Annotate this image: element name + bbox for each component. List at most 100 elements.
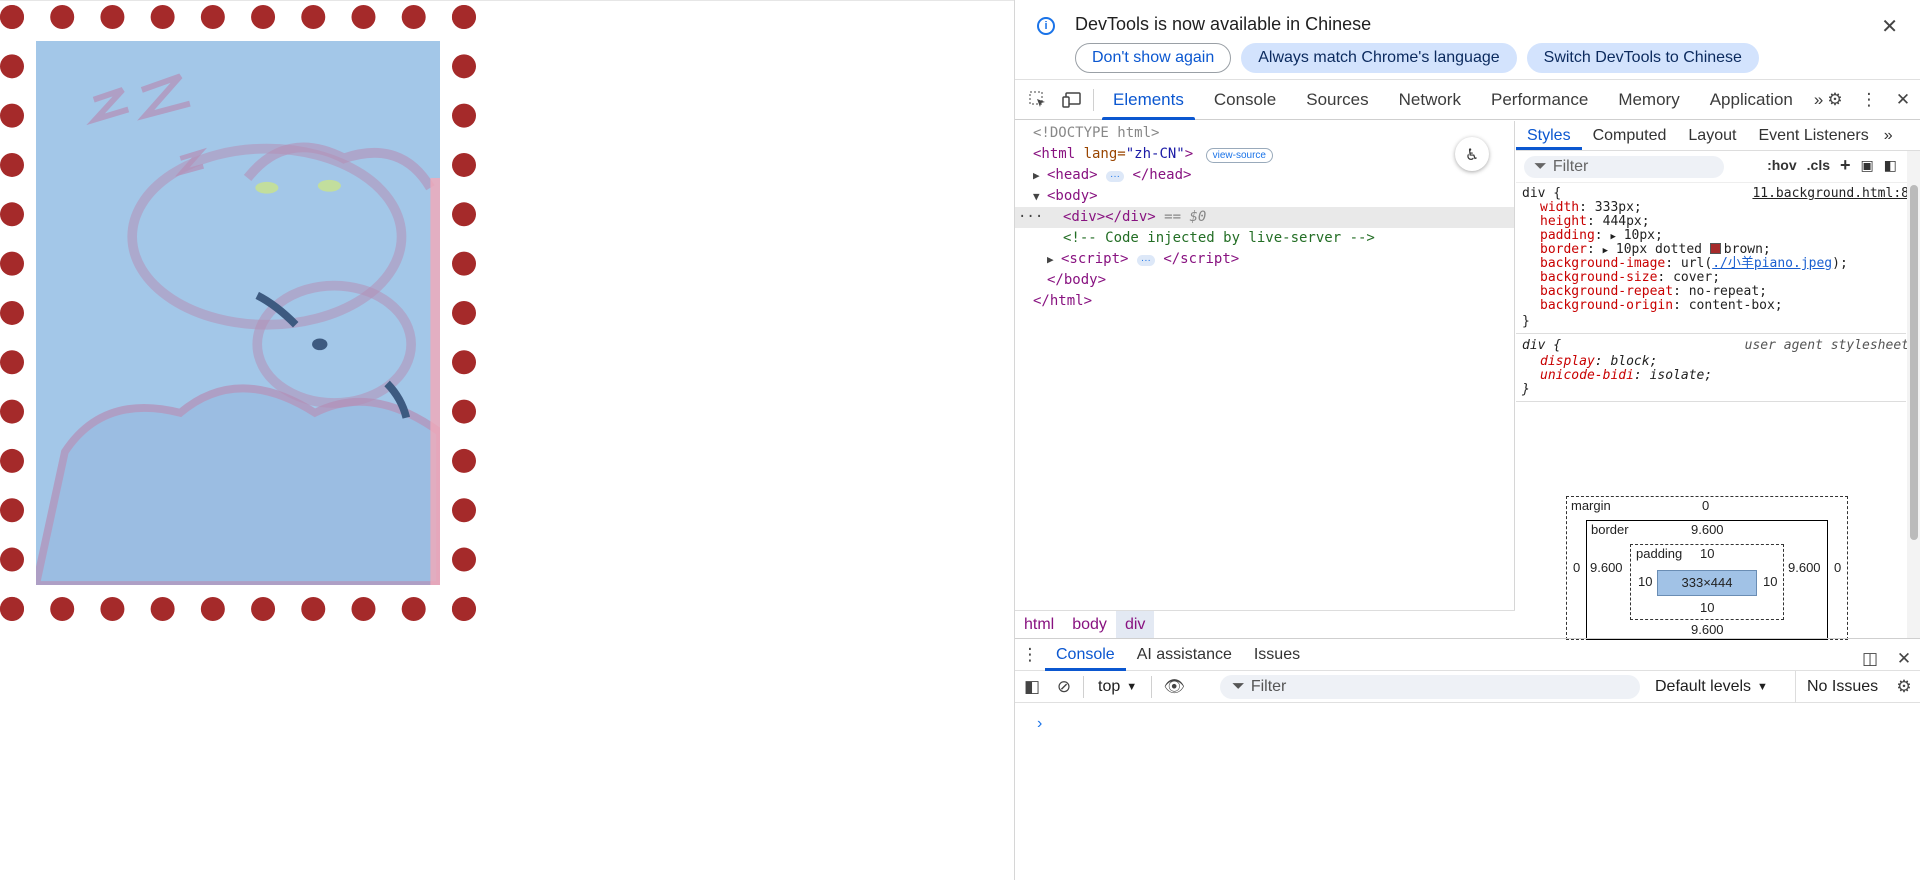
info-icon: i: [1037, 17, 1055, 35]
tab-performance[interactable]: Performance: [1476, 80, 1603, 120]
log-levels-label: Default levels: [1655, 678, 1752, 695]
selected-marker: == $0: [1164, 209, 1207, 225]
doctype-text: <!DOCTYPE html>: [1033, 125, 1160, 141]
image-url-link[interactable]: ./小羊piano.jpeg: [1712, 256, 1832, 271]
padding-left-value: 10: [1638, 574, 1653, 589]
breadcrumb-body[interactable]: body: [1063, 611, 1116, 639]
more-options-icon[interactable]: ⋮: [1852, 80, 1886, 120]
dom-tree: <!DOCTYPE html> <html lang="zh-CN"> view…: [1015, 121, 1515, 610]
device-toolbar-icon[interactable]: [1055, 80, 1089, 120]
console-drawer: ⋮ Console AI assistance Issues ◫ ✕ ◧ ⊘ t…: [1015, 638, 1920, 880]
border-left-value: 9.600: [1590, 560, 1623, 575]
tab-sources[interactable]: Sources: [1291, 80, 1383, 120]
ua-close-brace: }: [1522, 382, 1530, 397]
script-node[interactable]: ▶ <script> ··· </script>: [1047, 249, 1239, 270]
styles-scrollbar[interactable]: [1907, 151, 1920, 638]
comment-text: <!-- Code injected by live-server -->: [1063, 230, 1375, 246]
box-model-content[interactable]: 333×444: [1657, 570, 1757, 596]
drawer-tab-issues[interactable]: Issues: [1243, 639, 1311, 671]
rule-source-link[interactable]: 11.background.html:8: [1752, 185, 1909, 203]
filter-icon: ⏷: [1232, 678, 1245, 695]
node-actions-icon[interactable]: ···: [1018, 207, 1043, 228]
infobar-message: DevTools is now available in Chinese: [1075, 14, 1372, 34]
tab-computed[interactable]: Computed: [1582, 121, 1678, 150]
styles-pane: Styles Computed Layout Event Listeners »…: [1516, 121, 1920, 640]
tab-memory[interactable]: Memory: [1603, 80, 1694, 120]
console-sidebar-icon[interactable]: ◧: [1015, 667, 1049, 707]
padding-bottom-value: 10: [1700, 600, 1715, 615]
tab-application[interactable]: Application: [1695, 80, 1808, 120]
html-close-tag: </html>: [1033, 293, 1093, 309]
comment-node[interactable]: <!-- Code injected by live-server -->: [1063, 228, 1375, 249]
toggle-sidebar-icon[interactable]: ◧: [1884, 157, 1897, 174]
chevron-down-icon: ▼: [1126, 680, 1138, 693]
paint-icon[interactable]: ▣: [1861, 157, 1874, 174]
box-model-diagram: 333×444 margin 0 0 0 border 9.600 9.600 …: [1566, 496, 1848, 640]
selected-div-node[interactable]: ··· <div></div> == $0: [1015, 207, 1514, 228]
tab-console[interactable]: Console: [1199, 80, 1291, 120]
close-devtools-icon[interactable]: ✕: [1886, 80, 1920, 120]
console-filter-input[interactable]: ⏷ Filter: [1220, 675, 1640, 699]
inspected-page: [0, 0, 1014, 880]
hover-state-toggle[interactable]: :hov: [1767, 157, 1797, 174]
dont-show-again-button[interactable]: Don't show again: [1075, 43, 1232, 73]
ellipsis-badge[interactable]: ···: [1106, 171, 1125, 182]
issues-count[interactable]: No Issues: [1807, 671, 1878, 703]
padding-label: padding: [1636, 546, 1683, 561]
breadcrumb: html body div: [1015, 610, 1515, 639]
chevron-down-icon: ▼: [1757, 681, 1768, 693]
head-node[interactable]: ▶ <head> ··· </head>: [1033, 165, 1191, 186]
tab-layout[interactable]: Layout: [1677, 121, 1747, 150]
dotted-border-div[interactable]: [0, 5, 476, 621]
body-node[interactable]: ▼ <body>: [1033, 186, 1098, 207]
styles-filter-input[interactable]: ⏷ Filter: [1524, 156, 1724, 178]
page-divider: [0, 0, 1014, 1]
context-selector[interactable]: top ▼: [1088, 678, 1147, 696]
class-toggle[interactable]: .cls: [1807, 157, 1830, 174]
padding-top-value: 10: [1700, 546, 1715, 561]
html-node[interactable]: <html lang="zh-CN"> view-source: [1033, 144, 1273, 165]
rule-close-brace: }: [1522, 314, 1530, 329]
scroll-thumb[interactable]: [1910, 185, 1918, 540]
tab-network[interactable]: Network: [1384, 80, 1476, 120]
border-label: border: [1591, 522, 1629, 537]
match-language-button[interactable]: Always match Chrome's language: [1241, 43, 1517, 73]
main-toolbar: Elements Console Sources Network Perform…: [1015, 80, 1920, 120]
log-levels-dropdown[interactable]: Default levels ▼: [1655, 671, 1768, 703]
tab-elements[interactable]: Elements: [1098, 80, 1199, 120]
html-lang-value: "zh-CN": [1125, 146, 1185, 162]
ua-stylesheet-label: user agent stylesheet: [1744, 338, 1909, 353]
expand-arrow-icon[interactable]: ▶: [1047, 249, 1061, 270]
border-right-value: 9.600: [1788, 560, 1821, 575]
breadcrumb-div[interactable]: div: [1115, 610, 1155, 639]
language-infobar: i DevTools is now available in Chinese ✕…: [1015, 0, 1920, 80]
console-prompt-icon[interactable]: ›: [1037, 715, 1042, 733]
view-source-badge[interactable]: view-source: [1205, 148, 1273, 163]
border-top-value: 9.600: [1691, 522, 1724, 537]
collapse-arrow-icon[interactable]: ▼: [1033, 186, 1047, 207]
color-swatch-icon[interactable]: [1709, 243, 1721, 254]
live-expression-eye-icon[interactable]: 👁: [1156, 667, 1192, 707]
prop-background-origin[interactable]: background-origin: content-box;: [1540, 297, 1783, 315]
margin-top-value: 0: [1702, 498, 1710, 513]
more-tabs-icon[interactable]: »: [1880, 121, 1897, 150]
new-rule-icon[interactable]: +: [1840, 156, 1851, 174]
expand-arrow-icon[interactable]: ▶: [1033, 165, 1047, 186]
console-settings-gear-icon[interactable]: ⚙: [1887, 671, 1920, 703]
ellipsis-badge[interactable]: ···: [1136, 255, 1155, 266]
accessibility-tree-icon[interactable]: ♿: [1455, 137, 1489, 171]
context-label: top: [1098, 677, 1121, 695]
margin-left-value: 0: [1573, 560, 1581, 575]
close-icon[interactable]: ✕: [1881, 14, 1898, 39]
settings-gear-icon[interactable]: ⚙: [1818, 80, 1852, 120]
sheep-background-image: [36, 41, 440, 585]
tab-event-listeners[interactable]: Event Listeners: [1747, 121, 1879, 150]
body-close-tag: </body>: [1047, 272, 1107, 288]
padding-right-value: 10: [1763, 574, 1778, 589]
devtools-panel: i DevTools is now available in Chinese ✕…: [1014, 0, 1920, 880]
clear-console-icon[interactable]: ⊘: [1049, 667, 1079, 707]
ua-prop-unicode-bidi: unicode-bidi: isolate;: [1540, 368, 1713, 383]
switch-language-button[interactable]: Switch DevTools to Chinese: [1526, 43, 1759, 73]
inspect-element-icon[interactable]: [1021, 80, 1055, 120]
tab-styles[interactable]: Styles: [1516, 121, 1582, 150]
